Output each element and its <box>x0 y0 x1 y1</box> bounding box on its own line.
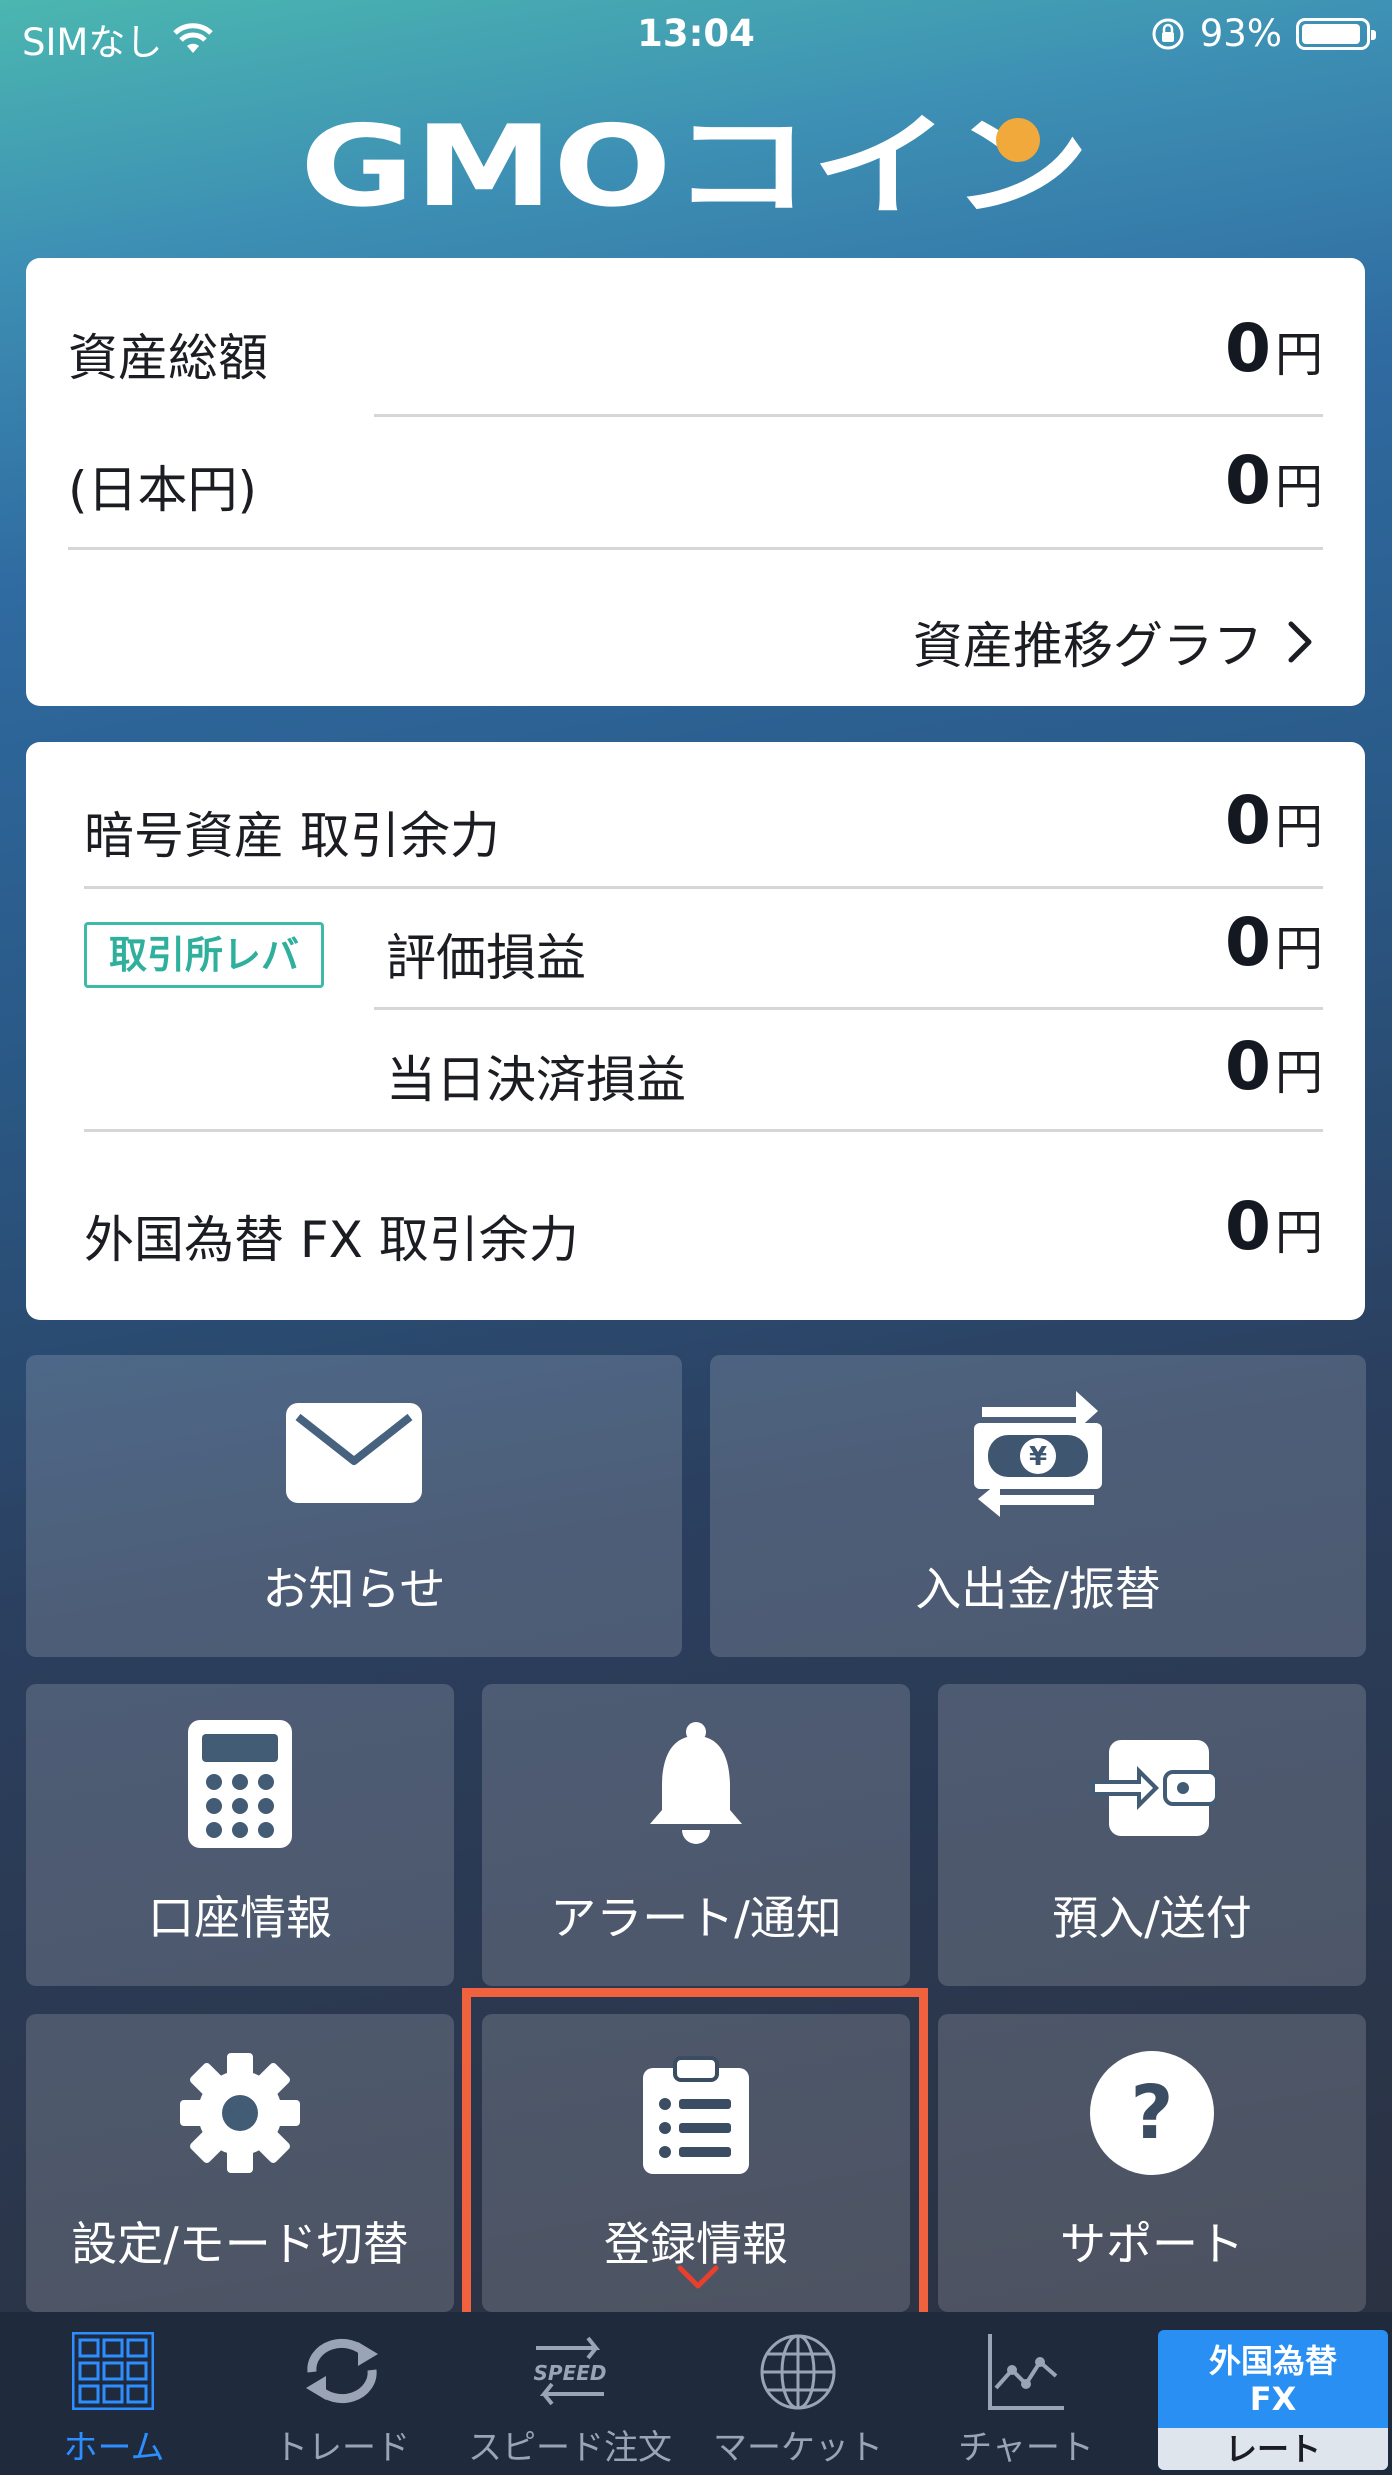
yen-unit: 円 <box>1274 1205 1323 1261</box>
crypto-power-label: 暗号資産 取引余力 <box>84 807 500 865</box>
tab-speed-order-label: スピード注文 <box>468 2428 672 2468</box>
divider <box>68 547 1323 550</box>
grid-icon <box>72 2332 154 2410</box>
fx-button-top-label: 外国為替 <box>1208 2342 1337 2380</box>
daily-settlement-label: 当日決済損益 <box>386 1051 686 1109</box>
account-info-label: 口座情報 <box>148 1891 332 1945</box>
jpy-amount: 0 <box>1225 442 1271 519</box>
support-label: サポート <box>1060 2217 1244 2271</box>
total-assets-label: 資産総額 <box>68 329 268 387</box>
divider <box>374 414 1323 417</box>
tab-chart[interactable]: チャート <box>912 2312 1140 2475</box>
gear-icon <box>180 2053 300 2173</box>
deposit-withdraw-label: 入出金/振替 <box>915 1562 1161 1616</box>
jpy-label: (日本円) <box>68 461 258 519</box>
eval-pl-value: 0円 <box>1225 904 1323 981</box>
tab-trade-label: トレード <box>274 2428 410 2468</box>
fx-rate-button[interactable]: 外国為替 FX レート <box>1158 2330 1388 2470</box>
yen-unit: 円 <box>1274 327 1323 383</box>
deposit-send-label: 預入/送付 <box>1052 1891 1252 1945</box>
battery-percent: 93% <box>1199 12 1282 55</box>
battery-icon <box>1296 17 1376 50</box>
yen-unit: 円 <box>1274 1045 1323 1101</box>
account-info-tile[interactable]: 口座情報 <box>26 1684 454 1986</box>
news-label: お知らせ <box>262 1562 446 1616</box>
fx-button-rate-label: レート <box>1158 2428 1388 2470</box>
deposit-send-tile[interactable]: 預入/送付 <box>938 1684 1366 1986</box>
asset-graph-link[interactable]: 資産推移グラフ <box>913 606 1313 678</box>
fx-button-fx-label: FX <box>1249 2380 1297 2418</box>
divider <box>84 1129 1323 1132</box>
exchange-leverage-badge: 取引所レバ <box>84 922 324 988</box>
status-bar: SIMなし 13:04 93% <box>0 0 1392 72</box>
speed-icon: SPEED <box>534 2336 607 2406</box>
settings-mode-label: 設定/モード切替 <box>71 2217 409 2271</box>
chevron-right-icon <box>1288 621 1312 663</box>
chart-icon <box>988 2334 1064 2410</box>
tab-market[interactable]: マーケット <box>684 2312 912 2475</box>
speed-icon-text: SPEED <box>534 2361 607 2385</box>
logo-text: GMOコイン <box>300 110 1090 220</box>
yen-unit: 円 <box>1274 799 1323 855</box>
help-icon: ? <box>1090 2051 1214 2175</box>
mail-icon <box>286 1403 422 1503</box>
divider <box>374 1007 1323 1010</box>
settings-mode-tile[interactable]: 設定/モード切替 <box>26 2014 454 2312</box>
calculator-icon <box>188 1720 292 1848</box>
alert-notification-label: アラート/通知 <box>550 1891 842 1945</box>
total-assets-amount: 0 <box>1225 310 1271 387</box>
deposit-withdraw-tile[interactable]: ¥ 入出金/振替 <box>710 1355 1366 1657</box>
eval-pl-amount: 0 <box>1225 904 1271 981</box>
fx-power-value: 0円 <box>1225 1188 1323 1265</box>
total-assets-value: 0円 <box>1225 310 1323 387</box>
wallet-transfer-icon <box>1091 1740 1217 1836</box>
cash-transfer-icon: ¥ <box>974 1391 1102 1517</box>
fx-power-amount: 0 <box>1225 1188 1271 1265</box>
yen-unit: 円 <box>1274 459 1323 515</box>
daily-settlement-amount: 0 <box>1225 1028 1271 1105</box>
assets-card: 資産総額 0円 (日本円) 0円 資産推移グラフ <box>26 258 1365 706</box>
bell-icon <box>650 1722 742 1844</box>
jpy-value: 0円 <box>1225 442 1323 519</box>
eval-pl-label: 評価損益 <box>386 929 586 987</box>
rotation-lock-icon <box>1152 18 1184 49</box>
tab-speed-order[interactable]: SPEED スピード注文 <box>456 2312 684 2475</box>
refresh-icon <box>306 2338 378 2404</box>
tab-chart-label: チャート <box>958 2428 1094 2468</box>
svg-text:?: ? <box>1131 2070 1174 2156</box>
asset-graph-label: 資産推移グラフ <box>913 617 1263 675</box>
globe-icon <box>760 2334 836 2410</box>
divider <box>84 886 1323 889</box>
crypto-power-value: 0円 <box>1225 782 1323 859</box>
fx-power-label: 外国為替 FX 取引余力 <box>84 1211 579 1269</box>
gmo-coin-logo: GMOコイン <box>300 110 1090 220</box>
svg-text:¥: ¥ <box>1029 1442 1047 1472</box>
tab-home[interactable]: ホーム <box>0 2312 228 2475</box>
highlight-box <box>462 1988 928 2330</box>
crypto-power-amount: 0 <box>1225 782 1271 859</box>
alert-notification-tile[interactable]: アラート/通知 <box>482 1684 910 1986</box>
daily-settlement-value: 0円 <box>1225 1028 1323 1105</box>
support-tile[interactable]: ? サポート <box>938 2014 1366 2312</box>
tab-market-label: マーケット <box>713 2428 883 2468</box>
yen-unit: 円 <box>1274 921 1323 977</box>
news-tile[interactable]: お知らせ <box>26 1355 682 1657</box>
tab-trade[interactable]: トレード <box>228 2312 456 2475</box>
trading-power-card: 暗号資産 取引余力 0円 取引所レバ 評価損益 0円 当日決済損益 0円 外国為… <box>26 742 1365 1320</box>
tab-home-label: ホーム <box>63 2428 165 2468</box>
